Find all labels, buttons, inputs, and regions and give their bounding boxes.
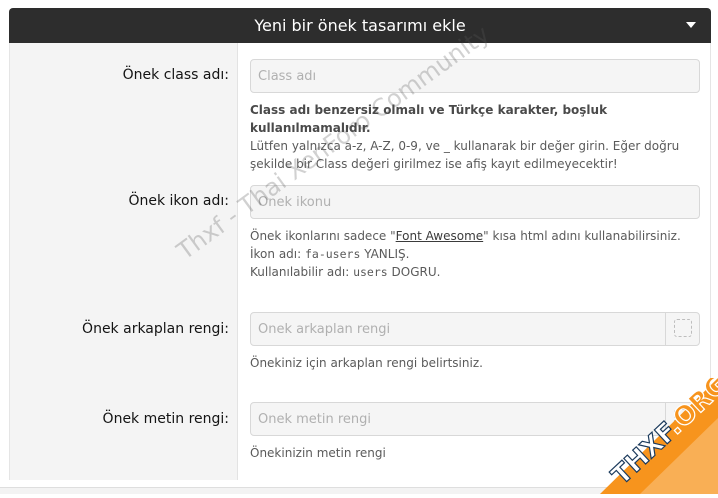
bottom-border (0, 487, 718, 494)
color-swatch-icon (674, 319, 692, 337)
icon-name-input[interactable] (250, 185, 700, 219)
bg-color-input[interactable] (251, 313, 665, 345)
bg-color-hint: Önekiniz için arkaplan rengi belirtsiniz… (250, 356, 483, 370)
class-name-hint: Class adı benzersiz olmalı ve Türkçe kar… (250, 101, 705, 173)
text-color-label: Önek metin rengi: (102, 411, 229, 427)
section-title: Yeni bir önek tasarımı ekle (254, 16, 466, 35)
section-header: Yeni bir önek tasarımı ekle (9, 8, 711, 43)
color-swatch-icon (674, 409, 692, 427)
class-name-input[interactable] (250, 59, 700, 93)
icon-wrong-prefix: İkon adı: (250, 247, 305, 261)
icon-wrong-code: fa-users (304, 247, 361, 261)
class-name-hint-bold: Class adı benzersiz olmalı ve Türkçe kar… (250, 103, 608, 135)
bg-color-picker[interactable] (665, 313, 699, 345)
text-color-field (250, 402, 700, 436)
icon-name-hint: Önek ikonlarını sadece "Font Awesome" kı… (250, 227, 705, 281)
class-name-hint-text: Lütfen yalnızca a-z, A-Z, 0-9, ve _ kull… (250, 139, 680, 171)
icon-right-prefix: Kullanılabilir adı: (250, 265, 354, 279)
icon-hint-prefix: Önek ikonlarını sadece " (250, 229, 396, 243)
icon-right-code: users (353, 265, 388, 279)
bg-color-label: Önek arkaplan rengi: (82, 321, 229, 337)
icon-hint-suffix: " kısa html adını kullanabilirsiniz. (483, 229, 681, 243)
icon-right-suffix: DOGRU. (387, 265, 441, 279)
icon-name-label: Önek ikon adı: (128, 193, 229, 209)
text-color-hint: Önekinizin metin rengi (250, 446, 386, 460)
bg-color-field (250, 312, 700, 346)
caret-down-icon[interactable] (685, 20, 697, 30)
text-color-picker[interactable] (665, 403, 699, 435)
class-name-label: Önek class adı: (122, 67, 229, 83)
icon-wrong-suffix: YANLIŞ. (360, 247, 410, 261)
text-color-input[interactable] (251, 403, 665, 435)
font-awesome-link[interactable]: Font Awesome (396, 229, 484, 243)
